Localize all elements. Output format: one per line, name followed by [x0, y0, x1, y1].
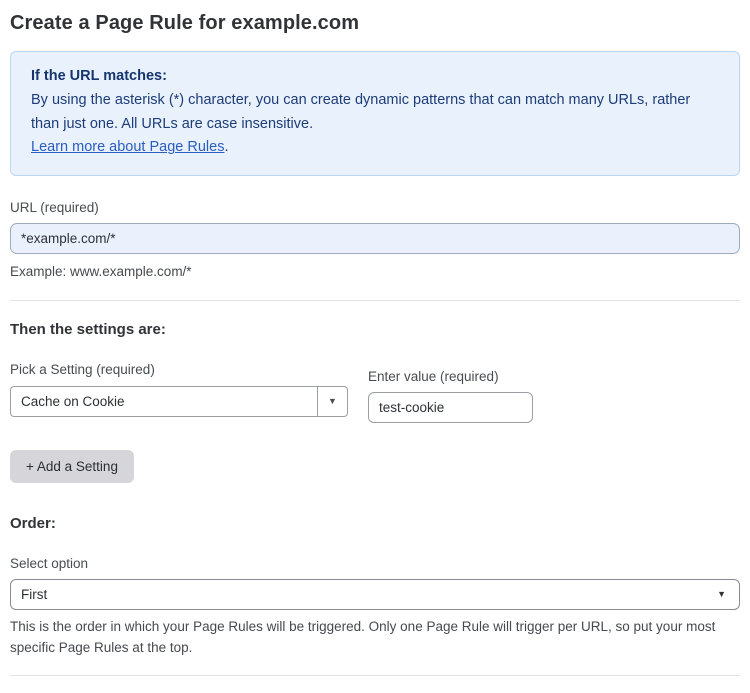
- order-select-value: First: [21, 586, 48, 602]
- add-setting-button[interactable]: + Add a Setting: [10, 449, 134, 483]
- setting-value-label: Enter value (required): [368, 368, 499, 384]
- section-divider: [10, 299, 740, 301]
- learn-more-link[interactable]: Learn more about Page Rules: [31, 139, 224, 155]
- url-example-helper: Example: www.example.com/*: [10, 263, 192, 279]
- chevron-down-icon: ▼: [328, 396, 337, 407]
- order-select[interactable]: First ▼: [10, 578, 740, 610]
- setting-value-column: Enter value (required): [368, 369, 533, 423]
- url-input[interactable]: [10, 222, 740, 254]
- info-box-heading: If the URL matches:: [31, 68, 167, 84]
- info-box-link-line: Learn more about Page Rules.: [31, 136, 719, 159]
- info-box-body: By using the asterisk (*) character, you…: [31, 92, 691, 132]
- order-section-heading: Order:: [10, 514, 56, 532]
- setting-dropdown-value: Cache on Cookie: [21, 393, 125, 409]
- setting-dropdown-arrow-button[interactable]: ▼: [317, 386, 347, 416]
- order-select-label: Select option: [10, 555, 89, 571]
- create-page-rule-form: Create a Page Rule for example.com If th…: [0, 0, 750, 693]
- setting-picker-label: Pick a Setting (required): [10, 361, 155, 377]
- order-helper-text: This is the order in which your Page Rul…: [10, 618, 716, 655]
- setting-dropdown[interactable]: Cache on Cookie ▼: [10, 385, 348, 417]
- settings-row: Pick a Setting (required) Cache on Cooki…: [10, 362, 740, 423]
- setting-picker-column: Pick a Setting (required) Cache on Cooki…: [10, 362, 348, 417]
- link-suffix: .: [224, 139, 229, 156]
- page-title: Create a Page Rule for example.com: [10, 12, 360, 34]
- url-field-label: URL (required): [10, 199, 99, 215]
- settings-section-heading: Then the settings are:: [10, 320, 166, 338]
- footer-divider: [10, 674, 740, 676]
- url-match-info-box: If the URL matches: By using the asteris…: [10, 51, 740, 176]
- setting-value-input[interactable]: [368, 391, 533, 423]
- caret-down-icon: ▼: [717, 589, 726, 600]
